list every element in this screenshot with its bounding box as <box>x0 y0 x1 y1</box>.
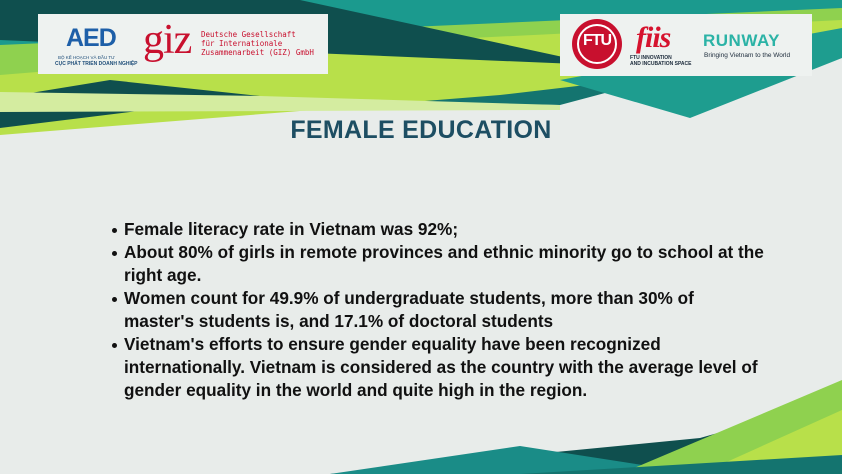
bullet-item: Women count for 49.9% of undergraduate s… <box>108 287 768 333</box>
bullet-list: Female literacy rate in Vietnam was 92%;… <box>108 218 768 402</box>
bullet-text: About 80% of girls in remote provinces a… <box>124 242 764 285</box>
bullet-text: Female literacy rate in Vietnam was 92%; <box>124 219 459 239</box>
slide: AED BỘ KẾ HOẠCH VÀ ĐẦU TƯ CỤC PHÁT TRIỂN… <box>0 0 842 474</box>
aed-logo-mark: AED <box>66 24 117 52</box>
giz-logo-text: Deutsche Gesellschaft für Internationale… <box>201 30 314 57</box>
fiis-logo-text: FTU INNOVATION AND INCUBATION SPACE <box>630 55 691 67</box>
bullet-item: About 80% of girls in remote provinces a… <box>108 241 768 287</box>
slide-title: FEMALE EDUCATION <box>290 116 552 144</box>
bullet-item: Vietnam's efforts to ensure gender equal… <box>108 333 768 402</box>
runway-logo-tagline: Bringing Vietnam to the World <box>704 52 791 59</box>
giz-logo-line3: Zusammenarbeit (GIZ) GmbH <box>201 48 314 57</box>
runway-logo-mark: RUNWAY <box>703 31 780 50</box>
giz-logo: giz Deutsche Gesellschaft für Internatio… <box>143 18 314 68</box>
ftu-seal-mark: FTU <box>582 32 612 49</box>
bullet-dot-icon <box>112 251 117 256</box>
giz-logo-mark: giz <box>143 17 192 63</box>
fiis-logo-mark: fiis <box>636 21 671 54</box>
bullet-dot-icon <box>112 297 117 302</box>
ftu-seal-logo: FTU <box>572 19 622 69</box>
giz-logo-line1: Deutsche Gesellschaft <box>201 30 296 39</box>
aed-logo-line1: BỘ KẾ HOẠCH VÀ ĐẦU TƯ <box>58 55 116 60</box>
bullet-text: Women count for 49.9% of undergraduate s… <box>124 288 694 331</box>
fiis-logo-line2: AND INCUBATION SPACE <box>630 61 692 67</box>
runway-logo: RUNWAY Bringing Vietnam to the World <box>703 32 803 62</box>
bullet-dot-icon <box>112 343 117 348</box>
bullet-dot-icon <box>112 228 117 233</box>
fiis-logo: fiis FTU INNOVATION AND INCUBATION SPACE <box>630 22 700 72</box>
bullet-text: Vietnam's efforts to ensure gender equal… <box>124 334 758 400</box>
giz-logo-line2: für Internationale <box>201 39 283 48</box>
aed-logo: AED BỘ KẾ HOẠCH VÀ ĐẦU TƯ CỤC PHÁT TRIỂN… <box>52 24 138 70</box>
aed-logo-line2: CỤC PHÁT TRIỂN DOANH NGHIỆP <box>55 61 138 67</box>
bullet-item: Female literacy rate in Vietnam was 92%; <box>108 218 768 241</box>
